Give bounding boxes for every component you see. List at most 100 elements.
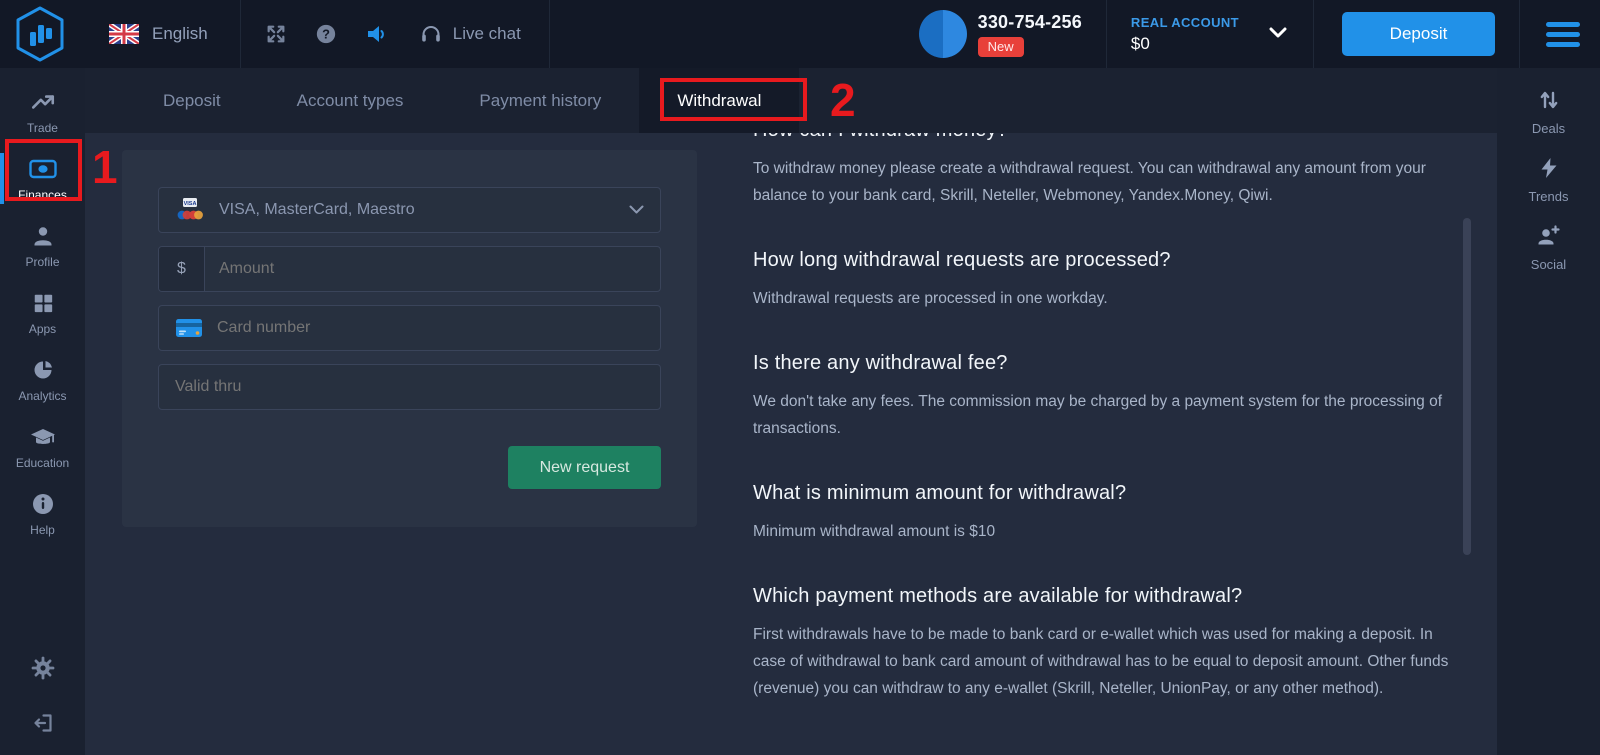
trade-icon (30, 89, 56, 115)
uk-flag-icon (109, 24, 139, 44)
scrollbar-thumb[interactable] (1463, 218, 1471, 555)
withdrawal-faq: How can I withdraw money? To withdraw mo… (753, 133, 1455, 742)
sidebar-item-label: Trade (27, 121, 58, 135)
divider (240, 0, 241, 68)
account-switcher[interactable]: REAL ACCOUNT $0 (1131, 15, 1239, 54)
sidebar-item-education[interactable]: Education (0, 413, 85, 480)
sound-icon[interactable] (365, 22, 389, 46)
faq-question: How long withdrawal requests are process… (753, 249, 1455, 272)
info-icon (31, 491, 55, 517)
rightbar-item-trends[interactable]: Trends (1497, 146, 1600, 214)
sidebar-item-finances[interactable]: Finances (0, 145, 85, 212)
rightbar-item-label: Deals (1532, 121, 1565, 136)
apps-grid-icon (32, 290, 54, 316)
amount-input[interactable] (205, 247, 660, 291)
faq-section: Which payment methods are available for … (753, 585, 1455, 702)
faq-answer: Minimum withdrawal amount is $10 (753, 518, 1455, 545)
withdrawal-page: English ? Live chat (0, 0, 1600, 755)
divider (1313, 0, 1314, 68)
avatar[interactable] (919, 10, 967, 58)
language-selector[interactable]: English (109, 24, 208, 44)
svg-text:VISA: VISA (184, 201, 197, 207)
currency-prefix: $ (159, 247, 205, 291)
sidebar-item-profile[interactable]: Profile (0, 212, 85, 279)
sidebar-item-label: Finances (18, 188, 67, 202)
faq-answer: First withdrawals have to be made to ban… (753, 621, 1455, 702)
faq-question: Which payment methods are available for … (753, 585, 1455, 608)
chevron-down-icon (629, 201, 644, 219)
card-brands-icon: VISA (175, 197, 205, 223)
language-label: English (152, 24, 208, 44)
brand-logo-icon[interactable] (13, 5, 67, 63)
payment-method-select[interactable]: VISA VISA, MasterCard, Maestro (158, 187, 661, 233)
sidebar-item-label: Apps (29, 322, 56, 336)
sidebar-item-label: Help (30, 523, 55, 537)
faq-question: How can I withdraw money? (753, 133, 1455, 142)
deals-arrows-icon (1537, 88, 1561, 115)
rightbar-item-social[interactable]: Social (1497, 214, 1600, 282)
valid-thru-field (158, 364, 661, 410)
account-type-label: REAL ACCOUNT (1131, 15, 1239, 30)
withdrawal-content: VISA VISA, MasterCard, Maestro $ (85, 133, 1497, 755)
settings-gear-icon[interactable] (30, 655, 56, 681)
credit-card-icon (175, 318, 203, 338)
faq-answer: We don't take any fees. The commission m… (753, 388, 1455, 442)
tab-payment-history[interactable]: Payment history (441, 68, 639, 133)
sidebar-item-label: Analytics (18, 389, 66, 403)
account-id: 330-754-256 (978, 12, 1082, 33)
withdrawal-form: VISA VISA, MasterCard, Maestro $ (122, 150, 697, 527)
live-chat-label: Live chat (453, 24, 521, 44)
amount-field: $ (158, 246, 661, 292)
deposit-button[interactable]: Deposit (1342, 12, 1495, 56)
rightbar-item-label: Trends (1529, 189, 1569, 204)
new-badge: New (978, 37, 1024, 57)
main-area: Deposit Account types Payment history Wi… (85, 68, 1497, 755)
chevron-down-icon[interactable] (1269, 25, 1287, 43)
sidebar-item-help[interactable]: Help (0, 480, 85, 547)
card-number-input[interactable] (203, 306, 660, 350)
education-cap-icon (29, 424, 57, 450)
faq-section: How can I withdraw money? To withdraw mo… (753, 133, 1455, 209)
faq-question: Is there any withdrawal fee? (753, 352, 1455, 375)
faq-section: How long withdrawal requests are process… (753, 249, 1455, 312)
sidebar-item-trade[interactable]: Trade (0, 78, 85, 145)
tab-withdrawal[interactable]: Withdrawal (639, 68, 799, 133)
live-chat-button[interactable]: Live chat (419, 22, 521, 46)
divider (549, 0, 550, 68)
sidebar-item-label: Education (16, 456, 69, 470)
profile-icon (31, 223, 55, 249)
payment-method-value: VISA, MasterCard, Maestro (219, 201, 629, 219)
svg-text:?: ? (322, 27, 330, 42)
faq-question: What is minimum amount for withdrawal? (753, 482, 1455, 505)
finances-icon (29, 156, 57, 182)
right-sidebar: Deals Trends Social (1497, 68, 1600, 755)
divider (1519, 0, 1520, 68)
faq-answer: To withdraw money please create a withdr… (753, 155, 1455, 209)
faq-section: Is there any withdrawal fee? We don't ta… (753, 352, 1455, 442)
divider (1106, 0, 1107, 68)
rightbar-item-label: Social (1531, 257, 1566, 272)
left-sidebar: Trade Finances Profile (0, 68, 85, 755)
sidebar-item-apps[interactable]: Apps (0, 279, 85, 346)
top-header: English ? Live chat (0, 0, 1600, 68)
faq-answer: Withdrawal requests are processed in one… (753, 285, 1455, 312)
valid-thru-input[interactable] (159, 365, 660, 409)
account-balance: $0 (1131, 34, 1239, 54)
sidebar-item-label: Profile (25, 255, 59, 269)
menu-icon[interactable] (1546, 22, 1580, 47)
rightbar-item-deals[interactable]: Deals (1497, 78, 1600, 146)
headset-icon (419, 22, 443, 46)
card-number-field (158, 305, 661, 351)
logout-icon[interactable] (31, 711, 55, 735)
tab-deposit[interactable]: Deposit (125, 68, 259, 133)
faq-section: What is minimum amount for withdrawal? M… (753, 482, 1455, 545)
sidebar-item-analytics[interactable]: Analytics (0, 346, 85, 413)
help-question-icon[interactable]: ? (315, 23, 337, 45)
finance-tabs: Deposit Account types Payment history Wi… (85, 68, 1497, 133)
new-request-button[interactable]: New request (508, 446, 661, 489)
trends-bolt-icon (1537, 156, 1561, 183)
social-add-user-icon (1536, 224, 1562, 251)
fullscreen-icon[interactable] (265, 23, 287, 45)
tab-account-types[interactable]: Account types (259, 68, 442, 133)
analytics-pie-icon (31, 357, 55, 383)
